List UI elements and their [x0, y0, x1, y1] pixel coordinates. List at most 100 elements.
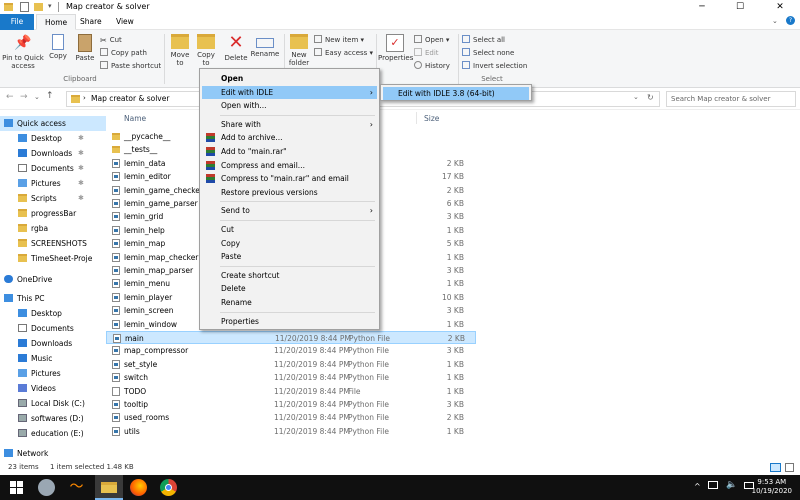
copy-to-button[interactable]: Copy to	[194, 34, 218, 67]
nav-item-softwares-d[interactable]: softwares (D:)	[0, 411, 106, 426]
menu-item-paste[interactable]: Paste	[202, 250, 377, 263]
nav-item-screenshots[interactable]: SCREENSHOTS	[0, 236, 106, 251]
up-arrow-icon[interactable]: ↑	[46, 91, 54, 101]
table-row[interactable]: utils 11/20/2019 8:44 PM Python File 1 KB	[106, 425, 476, 438]
show-hidden-icons-icon[interactable]: ^	[694, 482, 701, 491]
nav-item-onedrive[interactable]: OneDrive	[0, 272, 106, 287]
rename-button[interactable]: Rename	[250, 34, 280, 58]
move-to-button[interactable]: Move to	[168, 34, 192, 67]
menu-item-send-to[interactable]: Send to ›	[202, 204, 377, 217]
nav-item-desktop[interactable]: Desktop	[0, 306, 106, 321]
nav-item-quick-access[interactable]: Quick access	[0, 116, 106, 131]
network-icon[interactable]	[708, 481, 718, 489]
file-explorer-taskbar-icon[interactable]	[95, 475, 123, 500]
menu-item-properties[interactable]: Properties	[202, 315, 377, 328]
forward-arrow-icon[interactable]: →	[20, 92, 28, 102]
nav-item-rgba[interactable]: rgba	[0, 221, 106, 236]
nav-item-local-disk-c[interactable]: Local Disk (C:)	[0, 396, 106, 411]
volume-icon[interactable]: 🔈	[726, 480, 737, 490]
nav-item-network[interactable]: Network	[0, 446, 106, 461]
details-view-icon[interactable]	[770, 463, 781, 472]
menu-item-add-to-archive[interactable]: Add to archive...	[202, 131, 377, 144]
chrome-icon[interactable]	[160, 479, 177, 496]
properties-quick-icon[interactable]	[20, 2, 29, 12]
select-all-button[interactable]: Select all	[462, 34, 505, 46]
menu-item-copy[interactable]: Copy	[202, 237, 377, 250]
nav-item-pictures[interactable]: Pictures ✱	[0, 176, 106, 191]
menu-item-compress-to-main-rar-and-email[interactable]: Compress to "main.rar" and email	[202, 172, 377, 185]
breadcrumb-current[interactable]: Map creator & solver	[91, 94, 169, 103]
nav-item-downloads[interactable]: Downloads ✱	[0, 146, 106, 161]
tab-share[interactable]: Share	[72, 14, 110, 30]
menu-item-delete[interactable]: Delete	[202, 282, 377, 295]
back-arrow-icon[interactable]: ←	[6, 92, 14, 102]
help-icon[interactable]: ?	[786, 16, 795, 25]
properties-button[interactable]: ✓ Properties	[378, 34, 413, 62]
menu-item-open-with[interactable]: Open with...	[202, 99, 377, 112]
address-dropdown-icon[interactable]: ⌄	[633, 93, 639, 101]
large-icons-view-icon[interactable]	[785, 463, 794, 472]
nav-item-music[interactable]: Music	[0, 351, 106, 366]
edit-button[interactable]: Edit	[414, 47, 439, 59]
app-icon[interactable]: 〜	[68, 479, 85, 496]
table-row[interactable]: main 11/20/2019 8:44 PM Python File 2 KB	[106, 331, 476, 345]
quick-access-dropdown-icon[interactable]: ▾	[48, 2, 52, 10]
table-row[interactable]: set_style 11/20/2019 8:44 PM Python File 1 …	[106, 358, 476, 371]
open-button[interactable]: Open ▾	[414, 34, 449, 46]
paste-button[interactable]: Paste	[72, 34, 98, 62]
table-row[interactable]: TODO 11/20/2019 8:44 PM File 1 KB	[106, 385, 476, 398]
nav-item-documents[interactable]: Documents ✱	[0, 161, 106, 176]
close-button[interactable]: ✕	[766, 0, 794, 14]
nav-item-education-e[interactable]: education (E:)	[0, 426, 106, 441]
nav-item-this-pc[interactable]: This PC	[0, 291, 106, 306]
copy-button[interactable]: Copy	[46, 34, 70, 60]
paste-shortcut-button[interactable]: Paste shortcut	[100, 60, 161, 72]
menu-item-add-to-main-rar[interactable]: Add to "main.rar"	[202, 145, 377, 158]
cut-button[interactable]: ✂ Cut	[100, 34, 122, 46]
table-row[interactable]: used_rooms 11/20/2019 8:44 PM Python File 2…	[106, 411, 476, 424]
easy-access-button[interactable]: Easy access ▾	[314, 47, 373, 59]
new-folder-button[interactable]: New folder	[287, 34, 311, 67]
column-header-name[interactable]: Name	[124, 114, 146, 123]
table-row[interactable]: tooltip 11/20/2019 8:44 PM Python File 3 KB	[106, 398, 476, 411]
menu-item-cut[interactable]: Cut	[202, 223, 377, 236]
tab-view[interactable]: View	[108, 14, 142, 30]
history-button[interactable]: History	[414, 60, 450, 72]
nav-item-scripts[interactable]: Scripts ✱	[0, 191, 106, 206]
menu-item-compress-and-email[interactable]: Compress and email...	[202, 159, 377, 172]
recent-locations-icon[interactable]: ⌄	[34, 93, 40, 101]
select-none-button[interactable]: Select none	[462, 47, 514, 59]
firefox-icon[interactable]	[130, 479, 147, 496]
table-row[interactable]: map_compressor 11/20/2019 8:44 PM Python F…	[106, 344, 476, 357]
search-input[interactable]: Search Map creator & solver	[666, 91, 796, 107]
column-header-size[interactable]: Size	[424, 114, 439, 123]
table-row[interactable]: switch 11/20/2019 8:44 PM Python File 1 KB	[106, 371, 476, 384]
refresh-icon[interactable]: ↻	[647, 93, 654, 102]
invert-selection-button[interactable]: Invert selection	[462, 60, 527, 72]
nav-item-videos[interactable]: Videos	[0, 381, 106, 396]
menu-item-edit-with-idle[interactable]: Edit with IDLE ›	[202, 85, 377, 99]
pin-quick-access-button[interactable]: 📌 Pin to Quick access	[2, 34, 44, 70]
new-folder-quick-icon[interactable]	[34, 3, 43, 11]
windows-start-icon[interactable]	[8, 479, 25, 496]
menu-item-create-shortcut[interactable]: Create shortcut	[202, 269, 377, 282]
nav-item-progressbar[interactable]: progressBar	[0, 206, 106, 221]
tab-home[interactable]: Home	[36, 14, 77, 30]
new-item-button[interactable]: New item ▾	[314, 34, 364, 46]
menu-item-restore-previous-versions[interactable]: Restore previous versions	[202, 186, 377, 199]
delete-button[interactable]: ✕ Delete	[224, 34, 248, 63]
collapse-ribbon-icon[interactable]: ⌄	[772, 17, 778, 25]
nav-item-timesheet-proje[interactable]: TimeSheet-Proje	[0, 251, 106, 266]
menu-item-open[interactable]: Open	[202, 72, 377, 85]
tab-file[interactable]: File	[0, 14, 34, 30]
maximize-button[interactable]: ☐	[726, 0, 754, 14]
copy-path-button[interactable]: Copy path	[100, 47, 147, 59]
minimize-button[interactable]: ─	[688, 0, 716, 14]
nav-item-downloads[interactable]: Downloads	[0, 336, 106, 351]
system-clock[interactable]: 9:53 AM 10/19/2020	[752, 478, 792, 496]
menu-item-edit-with-idle-38[interactable]: Edit with IDLE 3.8 (64-bit)	[383, 87, 529, 100]
menu-item-share-with[interactable]: Share with ›	[202, 118, 377, 131]
nav-item-pictures[interactable]: Pictures	[0, 366, 106, 381]
nav-item-desktop[interactable]: Desktop ✱	[0, 131, 106, 146]
app-icon[interactable]	[38, 479, 55, 496]
